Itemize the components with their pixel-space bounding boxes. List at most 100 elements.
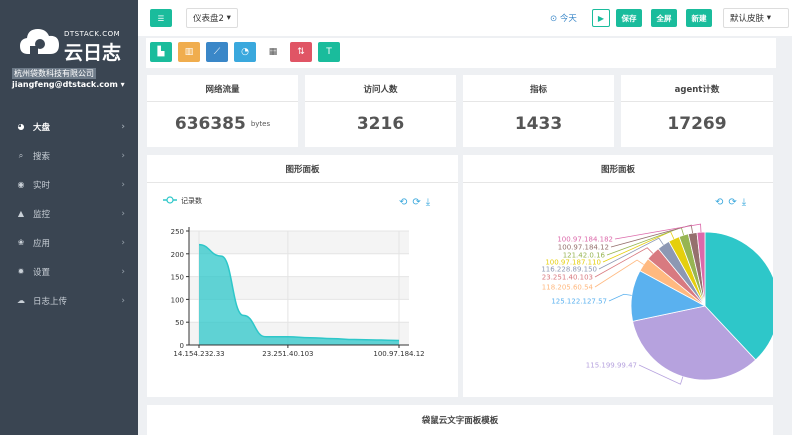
company-name: 杭州袋数科技有限公司 bbox=[12, 68, 96, 79]
main-area: ☰ 仪表盘2 ▾ ⊙ 今天 ▶ 保存 全屏 新建 默认皮肤 ▾ ▙ ▥ ⟋ ◔ … bbox=[138, 0, 792, 435]
text-panel: 袋鼠云文字面板模板 bbox=[147, 405, 773, 435]
dashboard-select[interactable]: 仪表盘2 ▾ bbox=[186, 8, 238, 28]
dashboard-icon: ◕ bbox=[17, 122, 25, 131]
pie-chart: 14.154.232.33115.199.99.47125.122.127.57… bbox=[541, 223, 773, 385]
sidebar-item-label: 搜索 bbox=[33, 151, 51, 162]
cloud-logo-icon bbox=[20, 29, 59, 54]
table-icon: ▦ bbox=[268, 47, 278, 57]
sort-button[interactable]: ⇅ bbox=[290, 42, 312, 62]
sort-icon: ⇅ bbox=[297, 47, 305, 57]
pie-label: 23.251.40.103 bbox=[542, 274, 593, 282]
legend-marker bbox=[166, 196, 174, 204]
stat-value: 17269 bbox=[667, 114, 727, 134]
menu-toggle-button[interactable]: ☰ bbox=[150, 9, 172, 27]
pie-label: 116.228.89.150 bbox=[541, 266, 597, 274]
pie-chart-button[interactable]: ◔ bbox=[234, 42, 256, 62]
grid-band bbox=[189, 231, 409, 254]
chevron-right-icon: › bbox=[121, 121, 125, 132]
chevron-right-icon: › bbox=[121, 266, 125, 277]
cloud-upload-icon: ☁ bbox=[17, 296, 25, 305]
x-tick-label: 14.154.232.33 bbox=[173, 350, 224, 358]
sidebar-item-label: 大盘 bbox=[33, 122, 51, 133]
chevron-right-icon: › bbox=[121, 150, 125, 161]
y-tick-label: 0 bbox=[180, 342, 184, 350]
pie-label: 125.122.127.57 bbox=[551, 298, 607, 306]
logo: DTSTACK.COM 云日志 bbox=[18, 24, 128, 64]
save-button[interactable]: 保存 bbox=[616, 9, 642, 27]
chevron-right-icon: › bbox=[121, 295, 125, 306]
stat-label: 网络流量 bbox=[205, 85, 240, 95]
eye-icon: ◉ bbox=[17, 180, 25, 189]
caret-down-icon: ▾ bbox=[120, 80, 125, 89]
x-tick-label: 100.97.184.12 bbox=[373, 350, 424, 358]
pie-label: 100.97.187.110 bbox=[545, 259, 601, 267]
search-icon: ⌕ bbox=[18, 150, 24, 160]
y-tick-label: 50 bbox=[175, 319, 184, 327]
area-chart: 0 50 100 150 200 250 14.154.232.33 23.251.40.10… bbox=[163, 196, 425, 358]
sidebar-item-dashboard[interactable]: ◕ 大盘 › bbox=[0, 112, 138, 141]
bar-chart-icon: ▥ bbox=[184, 47, 194, 57]
pie-label: 100.97.184.12 bbox=[558, 244, 609, 252]
sidebar-item-apps[interactable]: ❀ 应用 › bbox=[0, 228, 138, 257]
sidebar-item-label: 实时 bbox=[33, 180, 51, 191]
sidebar-item-log-upload[interactable]: ☁ 日志上传 › bbox=[0, 286, 138, 315]
logo-domain: DTSTACK.COM bbox=[64, 30, 121, 38]
sidebar-item-monitor[interactable]: ▲ 监控 › bbox=[0, 199, 138, 228]
legend-label: 记录数 bbox=[181, 196, 202, 205]
logo-brand: 云日志 bbox=[64, 42, 122, 64]
stat-value: 3216 bbox=[356, 114, 405, 134]
y-tick-label: 150 bbox=[171, 274, 184, 282]
pie-chart-panel: 图形面板 ⟲⟳⤓ 14.154.232.33115.199.99.47125.1… bbox=[463, 155, 773, 397]
bell-icon: ▲ bbox=[17, 209, 25, 218]
clock-icon: ⊙ bbox=[550, 14, 558, 24]
text-icon: T bbox=[326, 47, 332, 57]
chevron-right-icon: › bbox=[121, 237, 125, 248]
sidebar-item-settings[interactable]: ✹ 设置 › bbox=[0, 257, 138, 286]
pie-chart-icon: ◔ bbox=[241, 47, 249, 57]
top-bar: ☰ 仪表盘2 ▾ ⊙ 今天 ▶ 保存 全屏 新建 默认皮肤 ▾ bbox=[138, 0, 792, 36]
chevron-right-icon: › bbox=[121, 208, 125, 219]
y-tick-label: 250 bbox=[171, 228, 184, 236]
text-panel-title: 袋鼠云文字面板模板 bbox=[421, 416, 499, 426]
area-chart-button[interactable]: ▙ bbox=[150, 42, 172, 62]
line-chart-button[interactable]: ⟋ bbox=[206, 42, 228, 62]
stat-card-agent: agent计数 17269 bbox=[621, 75, 773, 147]
pie-label: 115.199.99.47 bbox=[586, 362, 637, 370]
table-button[interactable]: ▦ bbox=[262, 42, 284, 62]
sidebar-item-search[interactable]: ⌕ 搜索 › bbox=[0, 141, 138, 170]
user-email: jiangfeng@dtstack.com bbox=[12, 80, 118, 89]
stat-card-traffic: 网络流量 636385 bytes bbox=[147, 75, 298, 147]
new-button[interactable]: 新建 bbox=[686, 9, 712, 27]
sidebar: DTSTACK.COM 云日志 杭州袋数科技有限公司 jiangfeng@dts… bbox=[0, 0, 138, 435]
stat-card-visitors: 访问人数 3216 bbox=[305, 75, 456, 147]
sidebar-item-realtime[interactable]: ◉ 实时 › bbox=[0, 170, 138, 199]
stat-label: 访问人数 bbox=[363, 85, 398, 95]
user-menu[interactable]: jiangfeng@dtstack.com ▾ bbox=[12, 80, 125, 89]
pie-label-line bbox=[608, 293, 632, 302]
x-tick-label: 23.251.40.103 bbox=[262, 350, 313, 358]
hamburger-icon: ☰ bbox=[157, 13, 165, 23]
bar-chart-button[interactable]: ▥ bbox=[178, 42, 200, 62]
text-button[interactable]: T bbox=[318, 42, 340, 62]
time-range-picker[interactable]: ⊙ 今天 bbox=[550, 12, 577, 24]
dashboard-select-value: 仪表盘2 bbox=[193, 14, 224, 24]
skin-select[interactable]: 默认皮肤 ▾ bbox=[723, 8, 789, 28]
sidebar-item-label: 应用 bbox=[33, 238, 51, 249]
time-range-label: 今天 bbox=[559, 14, 577, 24]
sidebar-item-label: 监控 bbox=[33, 209, 51, 220]
sidebar-item-label: 日志上传 bbox=[33, 296, 68, 307]
play-icon: ▶ bbox=[597, 13, 605, 23]
caret-down-icon: ▾ bbox=[226, 13, 231, 23]
fullscreen-button[interactable]: 全屏 bbox=[651, 9, 677, 27]
area-chart-panel: 图形面板 ⟲⟳⤓ 0 50 100 150 200 250 14.154.232.33 23.… bbox=[147, 155, 458, 397]
sidebar-menu: ◕ 大盘 › ⌕ 搜索 › ◉ 实时 › ▲ 监控 › ❀ 应用 › ✹ 设置 › ☁ 日志上传 › bbox=[0, 112, 138, 315]
area-chart-icon: ▙ bbox=[157, 47, 165, 57]
y-tick-label: 200 bbox=[171, 251, 184, 259]
stat-value: 1433 bbox=[514, 114, 563, 134]
gear-icon: ✹ bbox=[17, 267, 25, 276]
stat-value: 636385 bytes bbox=[174, 114, 271, 134]
panel-toolbar: ▙ ▥ ⟋ ◔ ▦ ⇅ T bbox=[146, 38, 776, 68]
sidebar-item-label: 设置 bbox=[33, 267, 51, 278]
caret-down-icon: ▾ bbox=[766, 13, 771, 23]
play-button[interactable]: ▶ bbox=[592, 9, 610, 27]
